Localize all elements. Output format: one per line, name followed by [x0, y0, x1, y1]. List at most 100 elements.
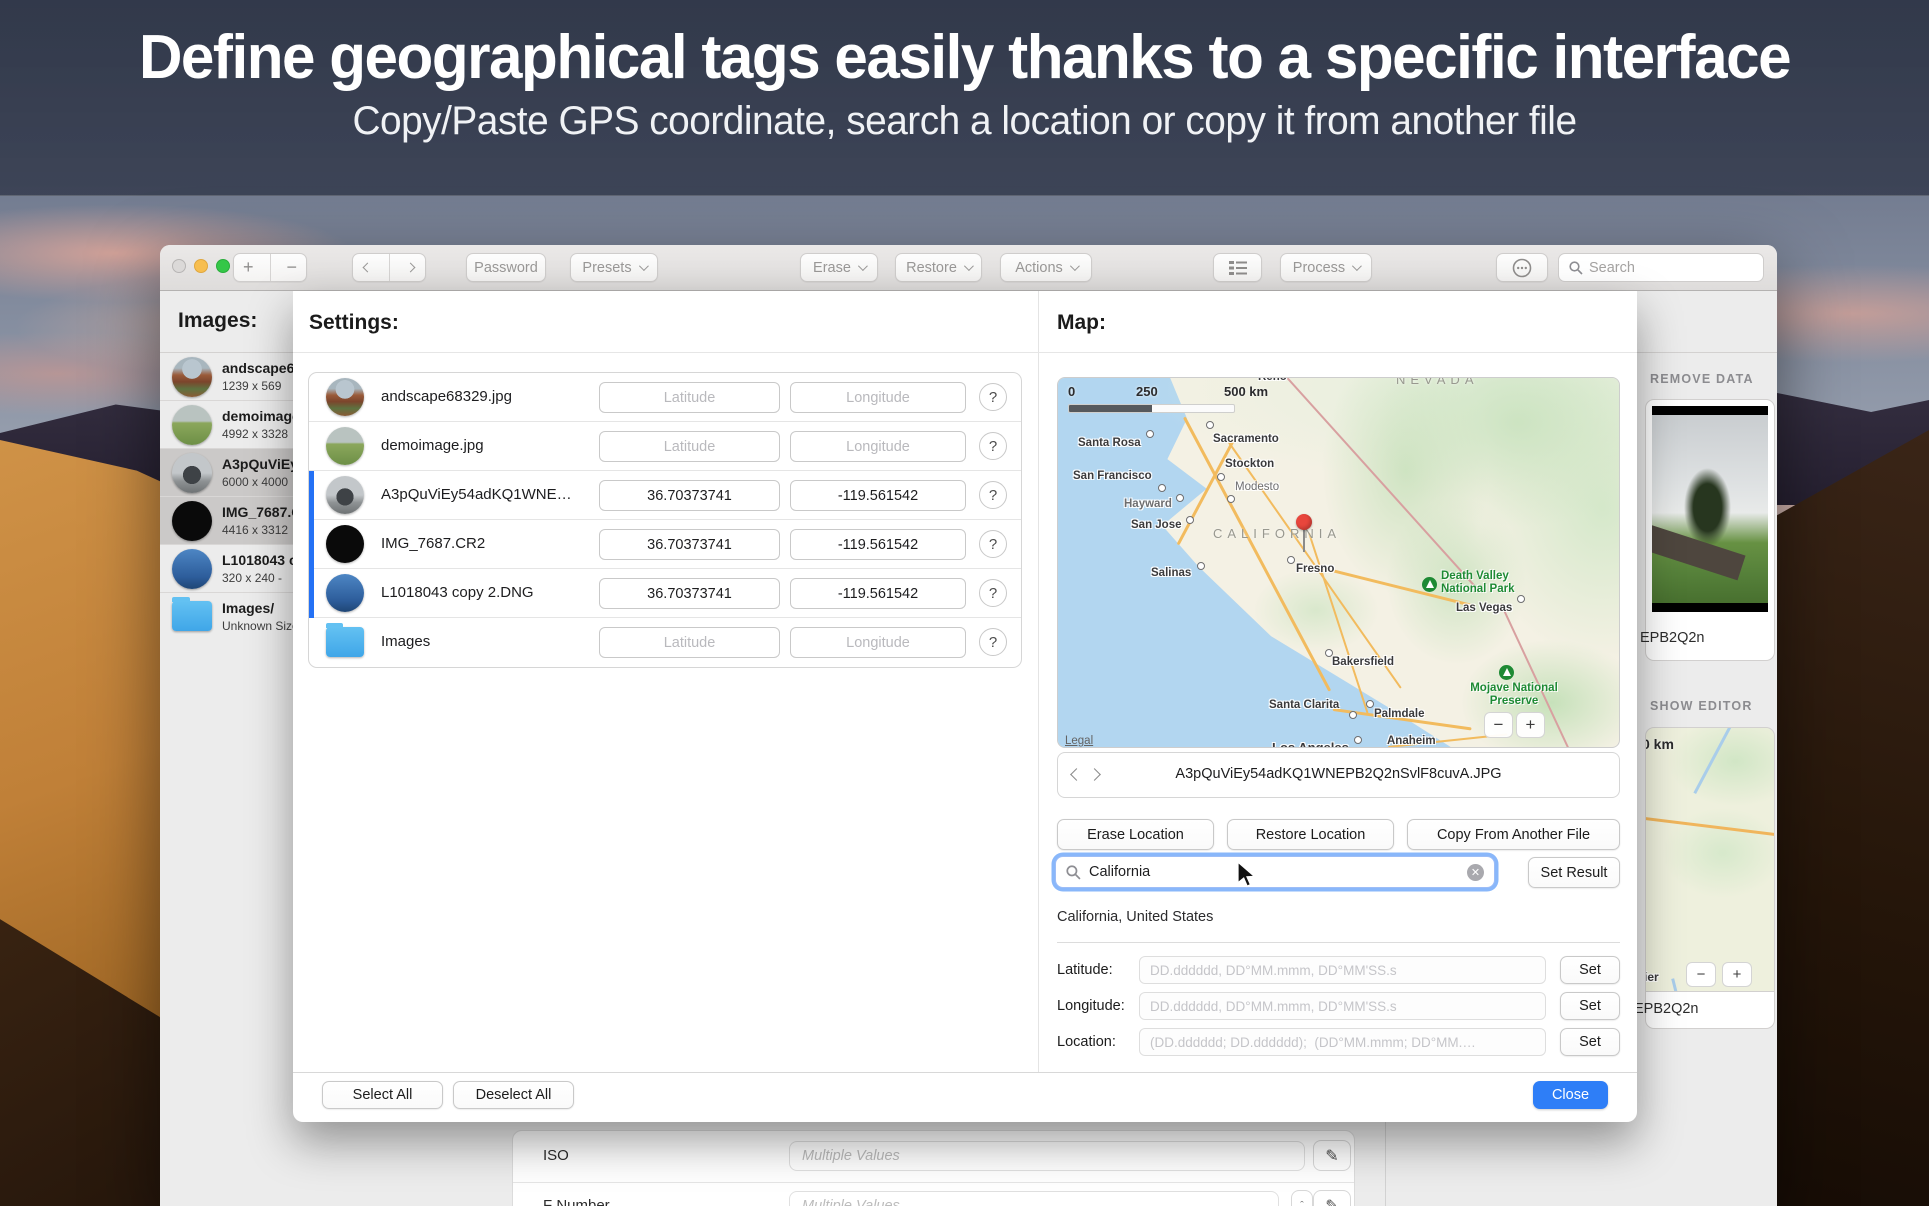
- map-zoom-out-button[interactable]: −: [1484, 712, 1513, 738]
- minimize-traffic-light[interactable]: [194, 259, 208, 273]
- deselect-all-button[interactable]: Deselect All: [453, 1081, 574, 1109]
- longitude-field[interactable]: [790, 480, 966, 511]
- add-button[interactable]: +: [234, 254, 263, 281]
- latitude-field[interactable]: [599, 578, 780, 609]
- help-button[interactable]: ?: [979, 579, 1007, 607]
- forward-button[interactable]: [396, 254, 425, 281]
- mini-map-zoom-out-button[interactable]: −: [1686, 962, 1716, 987]
- longitude-form-label: Longitude:: [1057, 998, 1125, 1014]
- mini-map-zoom-in-button[interactable]: +: [1722, 962, 1752, 987]
- set-result-label: Set Result: [1541, 865, 1608, 881]
- photo-thumbnail: [326, 574, 364, 612]
- photo-preview-card[interactable]: EPB2Q2n: [1645, 399, 1775, 661]
- fnumber-stepper[interactable]: ˆ: [1291, 1190, 1313, 1206]
- process-dropdown[interactable]: Process: [1280, 253, 1372, 282]
- copy-from-file-button[interactable]: Copy From Another File: [1407, 819, 1620, 850]
- help-button[interactable]: ?: [979, 481, 1007, 509]
- legal-link[interactable]: Legal: [1065, 735, 1093, 747]
- fnumber-field[interactable]: Multiple Values: [789, 1191, 1279, 1206]
- fnumber-edit-button[interactable]: ✎: [1313, 1190, 1351, 1206]
- erase-location-button[interactable]: Erase Location: [1057, 819, 1214, 850]
- table-row[interactable]: andscape68329.jpg ?: [309, 373, 1021, 422]
- table-row[interactable]: demoimage.jpg ?: [309, 422, 1021, 471]
- table-row[interactable]: Images ?: [309, 618, 1021, 667]
- toolbar-search-field[interactable]: Search: [1558, 253, 1764, 282]
- latitude-form-label: Latitude:: [1057, 962, 1113, 978]
- map-zoom-in-button[interactable]: +: [1516, 712, 1545, 738]
- table-row[interactable]: A3pQuViEy54adKQ1WNE… ?: [309, 471, 1021, 520]
- latitude-field[interactable]: [599, 627, 780, 658]
- latitude-form-field[interactable]: [1139, 956, 1546, 984]
- fnumber-placeholder: Multiple Values: [802, 1198, 900, 1206]
- city-dot: [1287, 556, 1295, 564]
- select-all-button[interactable]: Select All: [322, 1081, 443, 1109]
- photo-thumbnail: [326, 525, 364, 563]
- latitude-field[interactable]: [599, 431, 780, 462]
- city-label: Modesto: [1235, 481, 1279, 493]
- help-button[interactable]: ?: [979, 383, 1007, 411]
- list-item[interactable]: andscape68329.jpg 1239 x 569: [160, 353, 293, 401]
- longitude-field[interactable]: [790, 627, 966, 658]
- set-longitude-button[interactable]: Set: [1560, 992, 1620, 1020]
- promo-banner: Define geographical tags easily thanks t…: [0, 0, 1929, 196]
- presets-dropdown[interactable]: Presets: [570, 253, 658, 282]
- folder-icon: [172, 601, 212, 631]
- city-label: Hayward: [1124, 498, 1172, 510]
- list-item[interactable]: IMG_7687.CR2 4416 x 3312: [160, 497, 293, 545]
- longitude-field[interactable]: [790, 529, 966, 560]
- latitude-field[interactable]: [599, 529, 780, 560]
- clear-search-button[interactable]: ✕: [1467, 864, 1484, 881]
- mini-map-card[interactable]: 0 km ier − +: [1645, 727, 1775, 1007]
- segment-divider: [389, 254, 390, 281]
- photo-thumbnail: [326, 378, 364, 416]
- map-view[interactable]: 0 250 500 km Reno NEVADA Santa Rosa Sacr…: [1057, 377, 1620, 748]
- help-button[interactable]: ?: [979, 530, 1007, 558]
- header-divider: [1637, 352, 1777, 353]
- table-row[interactable]: L1018043 copy 2.DNG ?: [309, 569, 1021, 618]
- map-scale-0: 0: [1068, 384, 1075, 399]
- map-panel-title: Map:: [1057, 311, 1106, 335]
- list-item[interactable]: A3pQuViEy54adKQ1WNE… 6000 x 4000: [160, 449, 293, 497]
- longitude-field[interactable]: [790, 578, 966, 609]
- iso-edit-button[interactable]: ✎: [1313, 1140, 1351, 1171]
- iso-field[interactable]: Multiple Values: [789, 1141, 1305, 1171]
- latitude-field[interactable]: [599, 480, 780, 511]
- actions-label: Actions: [1015, 260, 1063, 276]
- help-button[interactable]: ?: [979, 432, 1007, 460]
- remove-button[interactable]: −: [277, 254, 306, 281]
- close-button[interactable]: Close: [1533, 1081, 1608, 1109]
- park-label: Mojave National Preserve: [1462, 682, 1566, 708]
- selection-indicator: [309, 471, 314, 520]
- more-options-button[interactable]: [1496, 253, 1548, 282]
- zoom-traffic-light[interactable]: [216, 259, 230, 273]
- restore-dropdown[interactable]: Restore: [895, 253, 982, 282]
- longitude-field[interactable]: [790, 431, 966, 462]
- list-item[interactable]: demoimage.jpg 4992 x 3328: [160, 401, 293, 449]
- latitude-field[interactable]: [599, 382, 780, 413]
- help-button[interactable]: ?: [979, 628, 1007, 656]
- location-search-field[interactable]: California ✕: [1055, 856, 1495, 888]
- set-result-button[interactable]: Set Result: [1528, 857, 1620, 888]
- location-pin[interactable]: [1296, 514, 1312, 554]
- location-search-value: California: [1089, 864, 1459, 880]
- set-latitude-button[interactable]: Set: [1560, 956, 1620, 984]
- set-location-button[interactable]: Set: [1560, 1028, 1620, 1056]
- list-item[interactable]: Images/ Unknown Size: [160, 593, 293, 641]
- fnumber-label: F Number: [543, 1197, 610, 1206]
- back-button[interactable]: [353, 254, 382, 281]
- view-options-button[interactable]: [1213, 253, 1262, 282]
- longitude-field[interactable]: [790, 382, 966, 413]
- table-row[interactable]: IMG_7687.CR2 ?: [309, 520, 1021, 569]
- current-filename: A3pQuViEy54adKQ1WNEPB2Q2nSvlF8cuvA.JPG: [1058, 766, 1619, 782]
- restore-location-button[interactable]: Restore Location: [1227, 819, 1394, 850]
- password-button[interactable]: Password: [466, 253, 546, 282]
- location-form-field[interactable]: [1139, 1028, 1546, 1056]
- longitude-form-field[interactable]: [1139, 992, 1546, 1020]
- actions-dropdown[interactable]: Actions: [1000, 253, 1092, 282]
- chevron-down-icon: [1070, 261, 1080, 271]
- close-traffic-light[interactable]: [172, 259, 186, 273]
- photo-thumbnail: [172, 357, 212, 397]
- erase-location-label: Erase Location: [1087, 827, 1184, 843]
- erase-dropdown[interactable]: Erase: [800, 253, 878, 282]
- list-item[interactable]: L1018043 copy 2.DNG 320 x 240 -: [160, 545, 293, 593]
